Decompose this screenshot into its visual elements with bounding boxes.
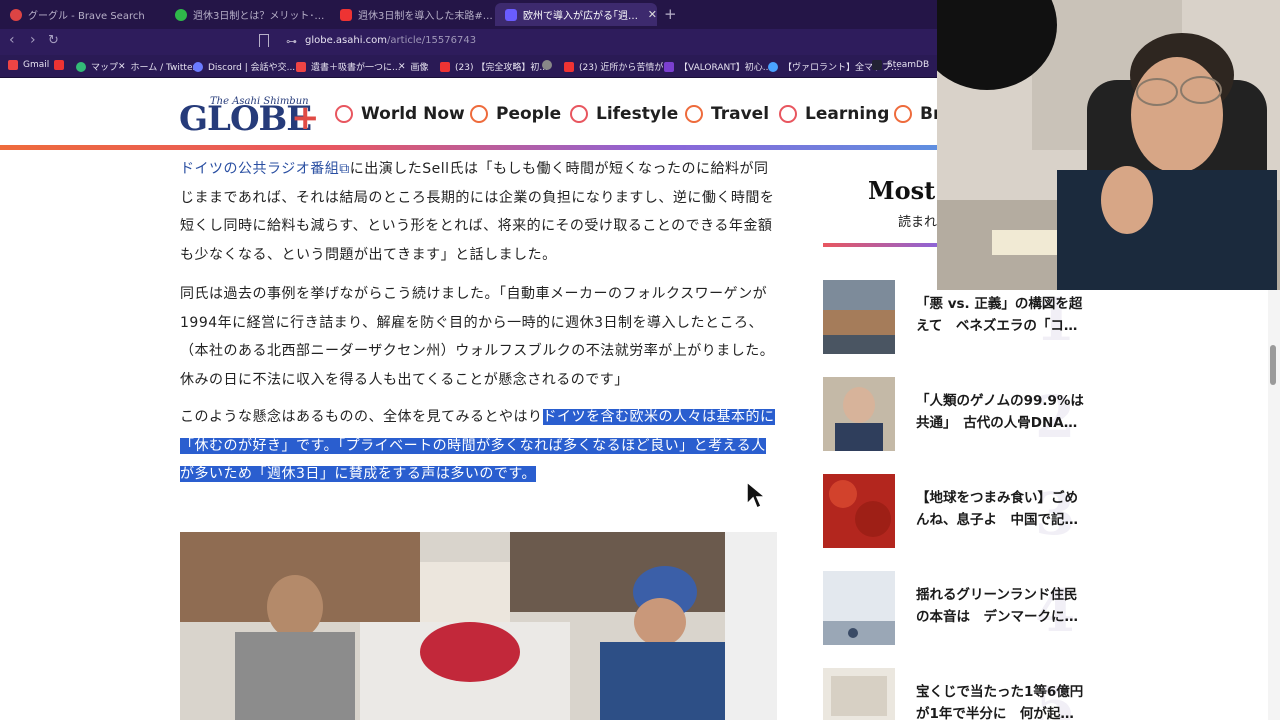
bookmark-steamdb[interactable]: SteamDB [872,60,929,70]
reload-icon[interactable]: ↻ [48,33,59,48]
nav-world-now[interactable]: World Now [335,104,465,124]
ranking-thumbnail [823,280,895,354]
tab-globe-active[interactable]: 欧州で導入が広がる｢週休3日｣ ✕ [495,3,657,26]
tab-youtube[interactable]: 週休3日制を導入した末路#shorts - Yo [330,3,495,26]
article-paragraph-1: ドイツの公共ラジオ番組⧉に出演したSell氏は「もしも働く時間が短くなったのに給… [180,161,775,263]
bookmark-8[interactable] [542,60,557,70]
book-icon [894,105,912,123]
back-icon[interactable]: ‹ [9,32,15,48]
most-read-title: Most [868,176,936,205]
tab-title: 欧州で導入が広がる｢週休3日｣ [523,11,640,22]
ranking-thumbnail [823,377,895,451]
header-gradient-bar [0,145,937,150]
gmail-icon [8,60,18,70]
ranking-thumbnail [823,571,895,645]
ranking-thumbnail [823,668,895,720]
sidebar-gradient-bar [823,243,938,247]
ranking-item-2[interactable]: 2 「人類のゲノムの99.9%は共通」 古代の人骨DNA… [823,377,1093,453]
url-host: globe.asahi.com [305,35,388,46]
most-read-subtitle: 読まれ [898,215,938,230]
webcam-overlay [937,0,1280,290]
tab-brave-search[interactable]: グーグル - Brave Search [0,3,165,26]
new-tab-icon[interactable]: + [664,5,677,23]
brave-icon [10,8,22,21]
youtube-icon [54,60,64,70]
site-info-icon[interactable]: ⊶ [286,35,297,48]
person-icon [470,105,488,123]
mouse-cursor [746,480,767,510]
bookmark-icon[interactable] [259,34,269,47]
external-link-icon: ⧉ [339,161,350,177]
globe-site-icon [505,8,517,21]
nav-br[interactable]: Br [894,104,941,124]
ranking-headline: 「人類のゲノムの99.9%は共通」 古代の人骨DNA… [916,393,1084,431]
site-icon [768,61,778,72]
radio-program-link[interactable]: ドイツの公共ラジオ番組 [180,161,339,177]
article-photo [180,532,777,720]
plane-icon [685,105,703,123]
youtube-icon [440,61,450,72]
ranking-headline: 揺れるグリーンランド住民の本音は デンマークに… [916,587,1078,625]
site-icon [296,61,306,72]
heart-icon [570,105,588,123]
tab-title: 週休3日制とは？メリット･デメリットや導 [193,11,330,22]
maps-icon [76,61,86,72]
bookmark-7[interactable]: (23) 【完全攻略】初... [440,60,548,73]
tab-title: 週休3日制を導入した末路#shorts - Yo [358,11,495,22]
logo-plus: + [291,98,320,138]
scrollbar-thumb[interactable] [1270,345,1276,385]
x-icon: ✕ [398,61,406,72]
bookmark-gmail[interactable]: Gmail [8,60,49,70]
nav-people[interactable]: People [470,104,561,124]
site-icon [175,8,187,21]
ranking-headline: 「悪 vs. 正義」の構図を超えて ベネズエラの「コ… [916,296,1083,334]
close-icon[interactable]: ✕ [648,8,657,21]
site-icon [664,61,674,72]
ranking-headline: 宝くじで当たった1等6億円が1年で半分に 何が起… [916,684,1084,720]
url-path: /article/15576743 [387,35,477,46]
youtube-icon [564,61,574,72]
ranking-thumbnail [823,474,895,548]
url-field[interactable]: globe.asahi.com/article/15576743 [305,35,476,46]
article-paragraph-3: このような懸念はあるものの、全体を見てみるとやはりドイツを含む欧米の人々は基本的… [180,409,775,482]
ranking-item-1[interactable]: 1 「悪 vs. 正義」の構図を超えて ベネズエラの「コ… [823,280,1093,356]
ranking-item-3[interactable]: 3 【地球をつまみ食い】ごめんね、息子よ 中国で記… [823,474,1093,550]
globe-icon [542,60,552,70]
discord-icon [193,61,203,72]
bookmark-maps[interactable]: マップ [76,60,118,73]
nav-learning[interactable]: Learning [779,104,889,124]
ranking-item-5[interactable]: 5 宝くじで当たった1等6億円が1年で半分に 何が起… [823,668,1093,720]
ranking-item-4[interactable]: 4 揺れるグリーンランド住民の本音は デンマークに… [823,571,1093,647]
globe-icon [335,105,353,123]
bookmark-10[interactable]: 【VALORANT】初心... [664,60,771,73]
bookmark-youtube[interactable] [54,60,69,70]
nav-travel[interactable]: Travel [685,104,769,124]
bookmark-twitter[interactable]: ✕ ホーム / Twitter [118,60,196,74]
bookmark-images[interactable]: ✕ 画像 [398,60,429,74]
forward-icon[interactable]: › [30,32,36,48]
tab-article-1[interactable]: 週休3日制とは？メリット･デメリットや導 [165,3,330,26]
youtube-icon [340,8,352,21]
bookmark-discord[interactable]: Discord | 会話や交... [193,60,295,73]
article-paragraph-2: 同氏は過去の事例を挙げながらこう続けました。「自動車メーカーのフォルクスワーゲン… [180,286,775,388]
bookmark-5[interactable]: 遺書＋吸書が一つに... [296,60,401,73]
tab-title: グーグル - Brave Search [28,11,145,22]
pencil-icon [779,105,797,123]
nav-lifestyle[interactable]: Lifestyle [570,104,678,124]
steamdb-icon [872,60,882,70]
bookmark-9[interactable]: (23) 近所から苦情が... [564,60,672,73]
ranking-headline: 【地球をつまみ食い】ごめんね、息子よ 中国で記… [916,490,1078,528]
x-icon: ✕ [118,61,126,72]
